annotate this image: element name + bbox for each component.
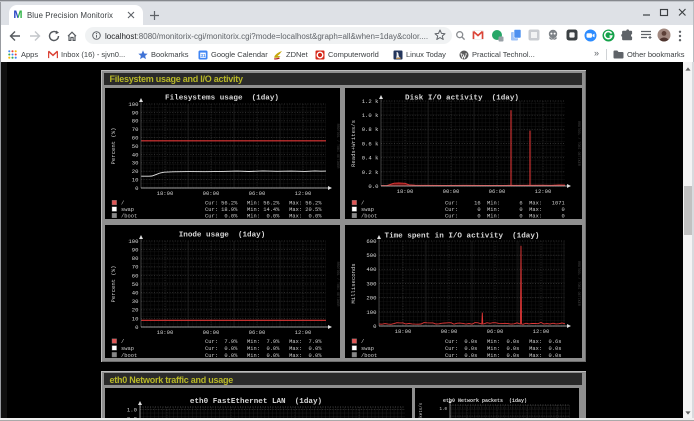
svg-text:600: 600 (366, 238, 377, 245)
svg-text:/: / (361, 201, 364, 207)
svg-text:RRDTOOL / TOBI OETIKER: RRDTOOL / TOBI OETIKER (335, 262, 340, 307)
svg-text:70: 70 (132, 126, 139, 133)
svg-text:18:00: 18:00 (157, 190, 174, 197)
svg-text:eth0 Network packets (1day): eth0 Network packets (1day) (442, 398, 526, 404)
svg-text:00:00: 00:00 (203, 329, 220, 336)
svg-text:0.6 k: 0.6 k (362, 140, 379, 147)
svg-text:Cur: 0.0s Min: 0.0s Max:: Cur: 0.0s Min: 0.0s Max: 0.0s (445, 346, 561, 352)
svg-text:40: 40 (132, 290, 139, 297)
svg-text:Cur: 0.0s Min: 0.0s Max:: Cur: 0.0s Min: 0.0s Max: 0.6s (445, 339, 561, 345)
svg-text:18:00: 18:00 (397, 188, 414, 195)
svg-text:0.2 k: 0.2 k (362, 169, 379, 176)
svg-text:Cur: 0 Min: 0 Max:: Cur: 0 Min: 0 Max: 0 (445, 207, 565, 213)
svg-text:Cur: 0.0% Min: 0.0% Max:: Cur: 0.0% Min: 0.0% Max: 0.0% (205, 346, 322, 352)
svg-text:12:00: 12:00 (533, 328, 550, 335)
svg-text:50: 50 (132, 143, 139, 150)
svg-text:Filesystems usage (1day): Filesystems usage (1day) (165, 95, 279, 103)
svg-text:/boot: /boot (361, 214, 377, 218)
svg-text:Packets/s: Packets/s (419, 402, 424, 419)
svg-text:swap: swap (121, 207, 134, 213)
svg-text:Cur: 7.9% Min: 7.9% Max:: Cur: 7.9% Min: 7.9% Max: 7.9% (205, 339, 322, 345)
svg-text:Cur: 0 Min: 0 Max:: Cur: 0 Min: 0 Max: 0 (445, 214, 565, 218)
svg-text:80: 80 (132, 118, 139, 125)
svg-text:30: 30 (132, 298, 139, 305)
svg-text:/: / (121, 201, 124, 207)
svg-text:50: 50 (132, 281, 139, 288)
svg-text:31: 31 (200, 53, 206, 58)
svg-text:swap: swap (361, 207, 374, 213)
svg-text:Cur: 16 Min: 6 Max:: Cur: 16 Min: 6 Max: 1071 (445, 201, 565, 207)
svg-text:Cur: 0.0s Min: 0.0s Max:: Cur: 0.0s Min: 0.0s Max: 0.0s (445, 353, 561, 358)
svg-text:400: 400 (366, 266, 377, 273)
svg-text:0.8 k: 0.8 k (362, 126, 379, 133)
svg-text:Disk I/O activity (1day): Disk I/O activity (1day) (405, 95, 519, 103)
svg-text:Inode usage (1day): Inode usage (1day) (179, 232, 266, 240)
svg-text:/: / (361, 339, 364, 345)
svg-text:10: 10 (132, 177, 139, 184)
svg-text:70: 70 (132, 264, 139, 271)
svg-text:12:00: 12:00 (535, 188, 552, 195)
svg-text:20: 20 (132, 307, 139, 314)
svg-text:500: 500 (366, 252, 377, 259)
svg-text:200: 200 (366, 295, 377, 302)
svg-text:300: 300 (366, 280, 377, 287)
svg-text:/: / (121, 339, 124, 345)
svg-text:00:00: 00:00 (203, 190, 220, 197)
svg-text:80: 80 (132, 255, 139, 262)
svg-text:90: 90 (132, 109, 139, 116)
svg-text:40: 40 (132, 151, 139, 158)
svg-text:12:00: 12:00 (295, 329, 312, 336)
svg-text:/boot: /boot (361, 353, 377, 358)
svg-text:00:00: 00:00 (441, 328, 458, 335)
svg-text:60: 60 (132, 135, 139, 142)
svg-text:/boot: /boot (121, 214, 137, 218)
svg-text:30: 30 (132, 160, 139, 167)
svg-text:eth0 FastEthernet LAN (1day): eth0 FastEthernet LAN (1day) (190, 398, 322, 406)
svg-text:Percent (%): Percent (%) (110, 128, 117, 165)
svg-text:12:00: 12:00 (295, 190, 312, 197)
svg-text:M: M (13, 9, 22, 19)
svg-text:RRDTOOL / TOBI OETIKER: RRDTOOL / TOBI OETIKER (576, 261, 581, 306)
svg-text:20: 20 (132, 168, 139, 175)
svg-text:100: 100 (366, 309, 377, 316)
svg-text:Percent (%): Percent (%) (110, 266, 117, 303)
svg-text:RRDTOOL / TOBI OETIKER: RRDTOOL / TOBI OETIKER (335, 124, 340, 169)
svg-text:0.4 k: 0.4 k (362, 155, 379, 162)
svg-text:06:00: 06:00 (489, 188, 506, 195)
svg-text:1.2 k: 1.2 k (362, 98, 379, 105)
svg-text:18:00: 18:00 (157, 329, 174, 336)
svg-text:Reads+Writes/s: Reads+Writes/s (350, 120, 357, 167)
svg-text:100: 100 (128, 238, 139, 245)
svg-text:/boot: /boot (121, 353, 137, 358)
svg-text:swap: swap (361, 346, 374, 352)
svg-text:06:00: 06:00 (487, 328, 504, 335)
svg-text:18:00: 18:00 (395, 328, 412, 335)
svg-text:Cur: 56.2% Min: 56.2% Max:: Cur: 56.2% Min: 56.2% Max: 56.2% (205, 201, 322, 207)
svg-text:Milliseconds: Milliseconds (350, 263, 357, 303)
svg-text:Cur: 18.9% Min: 14.4% Max:: Cur: 18.9% Min: 14.4% Max: 20.5% (205, 207, 322, 213)
svg-text:10: 10 (132, 315, 139, 322)
svg-text:Time spent in I/O activity (1: Time spent in I/O activity (1day) (385, 233, 540, 241)
svg-text:0.0: 0.0 (368, 183, 379, 190)
svg-text:1.0: 1.0 (127, 406, 138, 413)
svg-text:swap: swap (121, 346, 134, 352)
svg-text:90: 90 (132, 247, 139, 254)
svg-text:1.0 k: 1.0 k (362, 112, 379, 119)
svg-text:1.0: 1.0 (439, 408, 447, 412)
svg-text:RRDTOOL / TOBI OETIKER: RRDTOOL / TOBI OETIKER (576, 121, 581, 166)
svg-text:100: 100 (128, 101, 139, 108)
svg-text:06:00: 06:00 (249, 190, 266, 197)
svg-text:Cur: 0.0% Min: 0.0% Max:: Cur: 0.0% Min: 0.0% Max: 0.0% (205, 353, 322, 358)
svg-text:60: 60 (132, 272, 139, 279)
svg-text:Cur: 0.0% Min: 0.0% Max:: Cur: 0.0% Min: 0.0% Max: 0.0% (205, 214, 322, 218)
svg-text:06:00: 06:00 (249, 329, 266, 336)
svg-text:00:00: 00:00 (443, 188, 460, 195)
